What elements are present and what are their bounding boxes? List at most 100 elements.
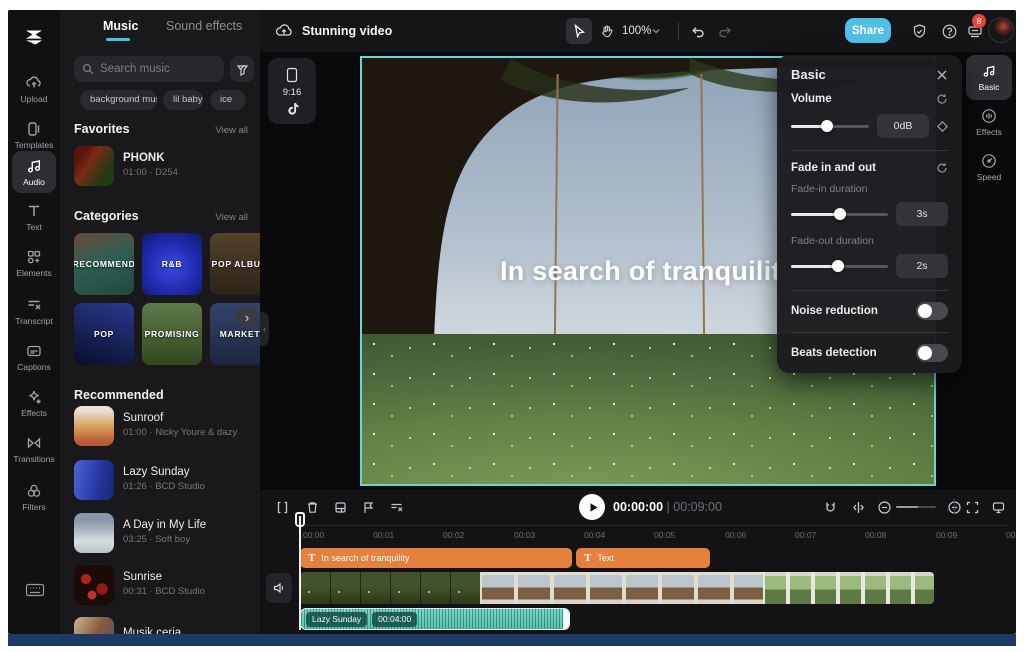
recommended-item[interactable]: Sunroof 01:00 · Nicky Youre & dazy bbox=[74, 406, 250, 448]
category-tile[interactable]: PROMISING bbox=[142, 303, 202, 365]
filter-button[interactable] bbox=[230, 56, 254, 82]
fade-out-label: Fade-out duration bbox=[791, 235, 948, 247]
panel-collapse-handle[interactable]: ‹ bbox=[260, 312, 269, 346]
search-input[interactable]: Search music bbox=[74, 56, 224, 82]
transitions-icon bbox=[25, 434, 43, 452]
sidebar-item-label: Templates bbox=[15, 140, 54, 150]
categories-view-all[interactable]: View all bbox=[215, 212, 248, 223]
recommended-item[interactable]: A Day in My Life 03:25 · Soft boy bbox=[74, 513, 250, 555]
zoom-dropdown[interactable] bbox=[648, 18, 664, 44]
redo-button[interactable] bbox=[712, 18, 738, 44]
zoom-out-button[interactable] bbox=[872, 495, 896, 519]
ruler-tick: 00:04 bbox=[584, 530, 605, 540]
volume-slider[interactable] bbox=[791, 120, 869, 132]
song-thumbnail bbox=[74, 146, 114, 186]
project-title[interactable]: Stunning video bbox=[302, 24, 392, 38]
sidebar-item-filters[interactable]: Filters bbox=[8, 476, 60, 518]
transcript-tool-button[interactable] bbox=[384, 495, 408, 519]
crop-button[interactable] bbox=[328, 495, 352, 519]
favorite-item-phonk[interactable]: PHONK 01:00 · D254 bbox=[74, 146, 250, 188]
sidebar-item-transcript[interactable]: Transcript bbox=[8, 290, 60, 332]
sidebar-item-templates[interactable]: Templates bbox=[8, 114, 60, 156]
playhead[interactable] bbox=[299, 516, 301, 630]
auto-align-button[interactable] bbox=[846, 495, 870, 519]
play-button[interactable] bbox=[579, 494, 605, 520]
fit-timeline-button[interactable] bbox=[960, 495, 984, 519]
help-button[interactable] bbox=[938, 20, 960, 42]
song-title: Lazy Sunday bbox=[123, 466, 205, 478]
redo-icon bbox=[718, 24, 733, 39]
search-chip[interactable]: lil baby bbox=[163, 90, 203, 110]
user-avatar[interactable] bbox=[988, 17, 1014, 43]
search-chip[interactable]: background music bbox=[80, 90, 157, 110]
audio-clip-timestamp: 00:04:00 bbox=[372, 612, 417, 627]
tab-effects[interactable]: Effects bbox=[966, 100, 1012, 145]
sidebar-item-effects[interactable]: Effects bbox=[8, 382, 60, 424]
close-icon[interactable] bbox=[936, 69, 948, 81]
aspect-ratio-control[interactable]: 9:16 bbox=[268, 58, 316, 124]
bottom-strip bbox=[8, 634, 1016, 646]
recommended-item[interactable]: Lazy Sunday 01:26 · BCD Studio bbox=[74, 460, 250, 502]
categories-title: Categories bbox=[74, 209, 139, 223]
sidebar-item-audio[interactable]: Audio bbox=[12, 151, 56, 193]
fade-in-slider[interactable] bbox=[791, 208, 888, 220]
undo-button[interactable] bbox=[684, 18, 710, 44]
song-title: Musik ceria bbox=[123, 627, 181, 634]
fade-section-label: Fade in and out bbox=[791, 162, 876, 174]
song-thumbnail bbox=[74, 617, 114, 634]
ruler-tick: 00:01 bbox=[373, 530, 394, 540]
sidebar-item-elements[interactable]: Elements bbox=[8, 242, 60, 284]
share-button[interactable]: Share bbox=[845, 18, 891, 43]
sidebar-item-transitions[interactable]: Transitions bbox=[8, 428, 60, 470]
sidebar-item-upload[interactable]: Upload bbox=[8, 68, 60, 110]
favorites-view-all[interactable]: View all bbox=[215, 125, 248, 136]
display-icon bbox=[991, 500, 1006, 515]
search-chip[interactable]: ice bbox=[210, 90, 246, 110]
ruler-tick: 00:10 bbox=[1006, 530, 1016, 540]
category-tile[interactable]: POP bbox=[74, 303, 134, 365]
track-mute-button[interactable] bbox=[266, 573, 292, 603]
preview-axis-button[interactable] bbox=[986, 495, 1010, 519]
snap-toggle-button[interactable] bbox=[818, 495, 842, 519]
fade-out-value-input[interactable]: 2s bbox=[896, 254, 948, 278]
categories-next-button[interactable]: › bbox=[236, 306, 258, 328]
split-button[interactable] bbox=[270, 495, 294, 519]
capcut-logo-icon[interactable] bbox=[22, 26, 46, 50]
cloud-sync-icon[interactable] bbox=[274, 21, 294, 41]
trash-icon bbox=[305, 500, 320, 515]
fade-in-value-input[interactable]: 3s bbox=[896, 202, 948, 226]
hand-tool-button[interactable] bbox=[594, 18, 620, 44]
reset-icon[interactable] bbox=[936, 162, 948, 174]
sidebar-item-captions[interactable]: Captions bbox=[8, 336, 60, 378]
reset-icon[interactable] bbox=[936, 93, 948, 105]
category-tile[interactable]: RECOMMEND bbox=[74, 233, 134, 295]
tab-music[interactable]: Music bbox=[103, 19, 138, 33]
fade-out-slider[interactable] bbox=[791, 260, 888, 272]
audio-clip[interactable]: Lazy Sunday 00:04:00 bbox=[300, 608, 570, 630]
zoom-level[interactable]: 100% bbox=[622, 25, 651, 37]
recommended-item[interactable]: Musik ceria bbox=[74, 617, 250, 634]
video-clip[interactable] bbox=[300, 572, 934, 604]
select-tool-button[interactable] bbox=[566, 18, 592, 44]
tab-sound-effects[interactable]: Sound effects bbox=[166, 19, 242, 33]
beats-detection-toggle[interactable] bbox=[916, 344, 948, 362]
sidebar-item-text[interactable]: Text bbox=[8, 196, 60, 238]
captions-icon bbox=[25, 342, 43, 360]
category-tile[interactable]: R&B bbox=[142, 233, 202, 295]
marker-button[interactable] bbox=[356, 495, 380, 519]
keyboard-shortcut-icon[interactable] bbox=[25, 582, 45, 598]
text-icon bbox=[25, 202, 43, 220]
tab-speed[interactable]: Speed bbox=[966, 145, 1012, 190]
volume-value-input[interactable]: 0dB bbox=[877, 114, 929, 138]
timeline-zoom-slider[interactable] bbox=[896, 506, 936, 508]
category-tile[interactable]: POP ALBUM bbox=[210, 233, 260, 295]
text-clip[interactable]: T Text bbox=[576, 548, 710, 568]
noise-reduction-toggle[interactable] bbox=[916, 302, 948, 320]
category-label: R&B bbox=[162, 259, 182, 269]
text-clip[interactable]: T In search of tranquility bbox=[300, 548, 572, 568]
keyframe-diamond-icon[interactable] bbox=[937, 121, 948, 132]
upload-icon bbox=[25, 74, 43, 92]
workspace-safety-button[interactable] bbox=[908, 20, 930, 42]
tab-basic[interactable]: Basic bbox=[966, 55, 1012, 100]
recommended-item[interactable]: Sunrise 00:31 · BCD Studio bbox=[74, 565, 250, 607]
